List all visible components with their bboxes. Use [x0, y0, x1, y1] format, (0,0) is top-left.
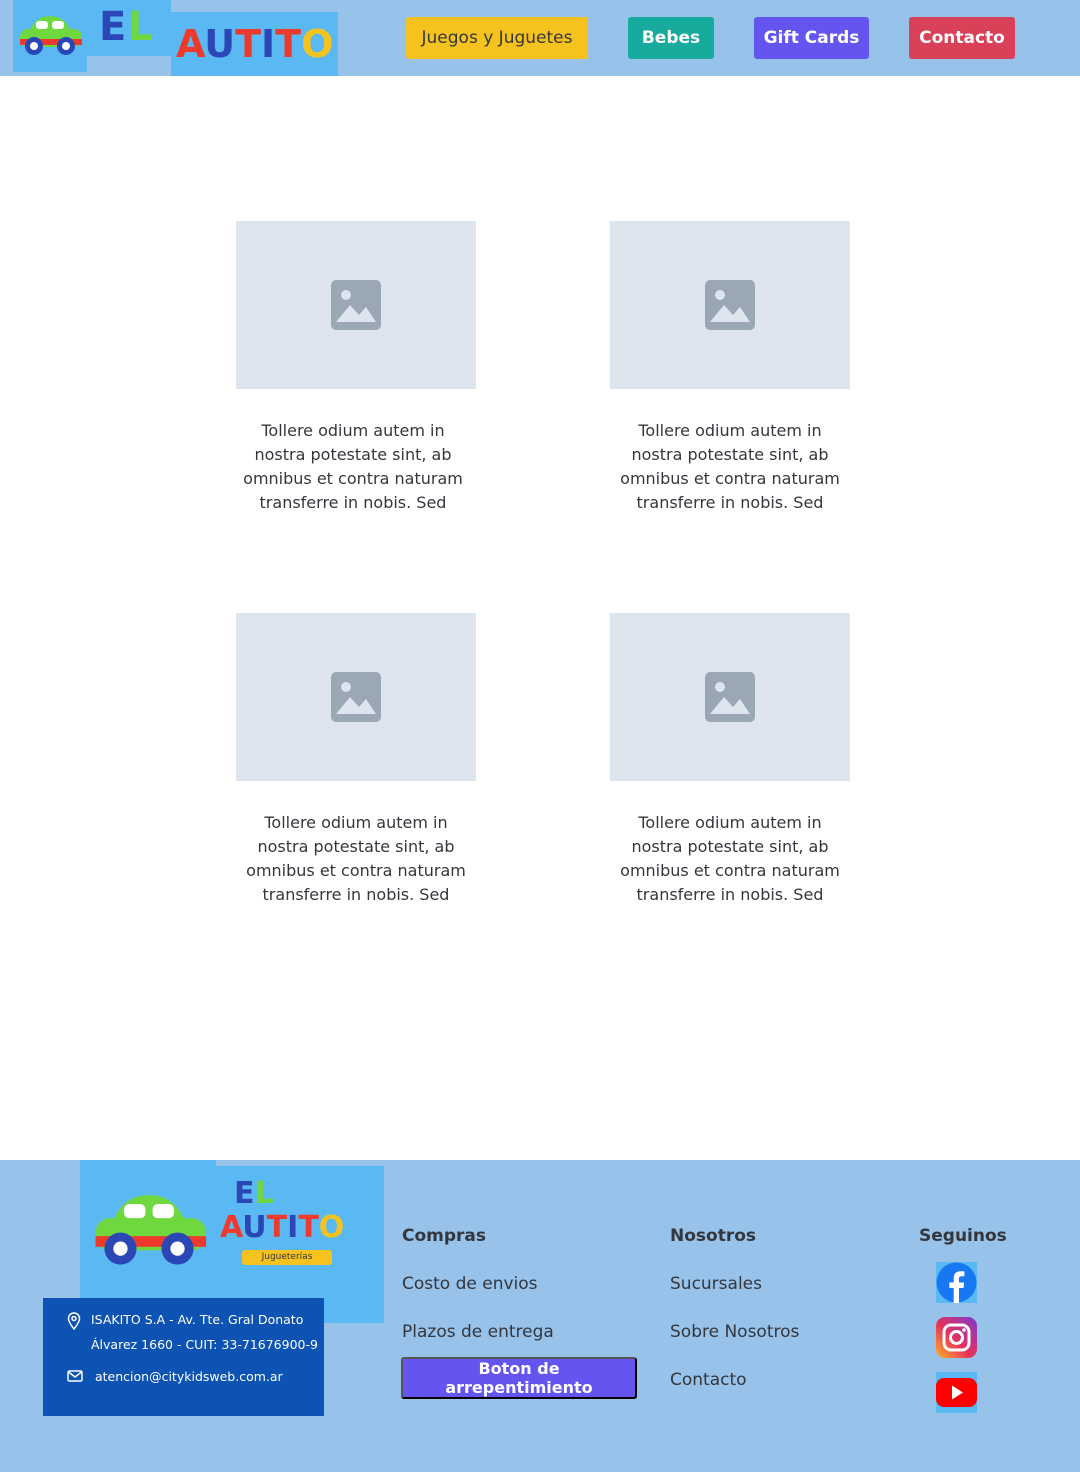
nav-bebes-button[interactable]: Bebes	[628, 17, 714, 59]
logo-letter: U	[204, 22, 236, 66]
arrepentimiento-button[interactable]: Boton de arrepentimiento	[401, 1357, 637, 1399]
image-icon	[705, 672, 755, 722]
logo-name-text[interactable]: AUTITO	[176, 22, 333, 66]
sobre-nosotros-link[interactable]: Sobre Nosotros	[670, 1322, 799, 1342]
logo-letter: T	[298, 1210, 319, 1245]
nosotros-heading: Nosotros	[670, 1226, 757, 1246]
footer-logo-tagline: Jugueterías	[242, 1250, 332, 1265]
image-placeholder	[236, 221, 476, 389]
nav-contacto-button[interactable]: Contacto	[909, 17, 1015, 59]
product-card[interactable]: Tollere odium autem in nostra potestate s…	[610, 613, 850, 904]
sucursales-link[interactable]: Sucursales	[670, 1274, 762, 1294]
image-placeholder	[610, 613, 850, 781]
logo-letter: I	[287, 1210, 299, 1245]
contacto-link[interactable]: Contacto	[670, 1370, 747, 1390]
card-description: Tollere odium autem in nostra potestate s…	[620, 813, 840, 904]
site-header: EL AUTITO Juegos y Juguetes Bebes Gift C…	[0, 0, 1080, 76]
location-pin-icon	[67, 1312, 81, 1330]
logo-el-text: EL	[99, 4, 154, 50]
card-description: Tollere odium autem in nostra potestate s…	[246, 813, 466, 904]
product-card[interactable]: Tollere odium autem in nostra potestate s…	[236, 221, 476, 512]
logo-letter: T	[235, 22, 262, 66]
instagram-icon[interactable]	[936, 1317, 977, 1358]
plazos-entrega-link[interactable]: Plazos de entrega	[402, 1322, 554, 1342]
logo-letter: A	[176, 22, 205, 66]
facebook-icon[interactable]	[936, 1262, 977, 1303]
card-description: Tollere odium autem in nostra potestate s…	[620, 421, 840, 512]
footer-logo-el-text: EL	[234, 1176, 274, 1211]
footer-car-logo-icon	[95, 1195, 207, 1265]
image-icon	[331, 280, 381, 330]
email-link[interactable]: atencion@citykidsweb.com.ar	[95, 1369, 283, 1384]
logo-letter: O	[318, 1210, 345, 1245]
image-placeholder	[236, 613, 476, 781]
logo-letter: I	[261, 22, 276, 66]
logo-letter: A	[220, 1210, 243, 1245]
seguinos-heading: Seguinos	[919, 1226, 1007, 1246]
address-line: Álvarez 1660 - CUIT: 33-71676900-9	[91, 1337, 318, 1352]
logo-letter: O	[301, 22, 334, 66]
address-box: ISAKITO S.A - Av. Tte. Gral Donato Álvar…	[43, 1298, 324, 1416]
logo-letter: T	[275, 22, 302, 66]
image-placeholder	[610, 221, 850, 389]
image-icon	[331, 672, 381, 722]
logo-letter: T	[266, 1210, 288, 1245]
footer-logo-name-text: AUTITO	[220, 1210, 344, 1245]
card-description: Tollere odium autem in nostra potestate s…	[243, 421, 463, 512]
image-icon	[705, 280, 755, 330]
nav-juegos-button[interactable]: Juegos y Juguetes	[406, 17, 588, 59]
logo-letter: U	[242, 1210, 267, 1245]
site-footer: EL AUTITO Jugueterías ISAKITO S.A - Av. …	[0, 1160, 1080, 1472]
mail-icon	[67, 1370, 83, 1382]
address-line: ISAKITO S.A - Av. Tte. Gral Donato	[91, 1312, 304, 1327]
product-card[interactable]: Tollere odium autem in nostra potestate s…	[610, 221, 850, 512]
costo-envios-link[interactable]: Costo de envios	[402, 1274, 538, 1294]
youtube-icon[interactable]	[936, 1372, 977, 1413]
car-logo-icon[interactable]	[16, 12, 84, 58]
compras-heading: Compras	[402, 1226, 487, 1246]
product-card[interactable]: Tollere odium autem in nostra potestate s…	[236, 613, 476, 904]
nav-gift-cards-button[interactable]: Gift Cards	[754, 17, 869, 59]
